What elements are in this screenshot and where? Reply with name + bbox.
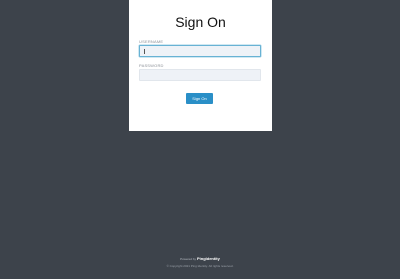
powered-by-text: Powered by (180, 256, 196, 261)
page-title: Sign On (175, 14, 226, 30)
copyright-text: © Copyright 2021 Ping Identity. All righ… (166, 264, 234, 268)
signon-card: Sign On USERNAME PASSWORD Sign On (129, 0, 272, 131)
powered-by: Powered by PingIdentity (180, 256, 220, 261)
password-field[interactable] (140, 70, 260, 80)
password-label: PASSWORD (139, 63, 164, 68)
text-caret (144, 49, 145, 54)
password-field-wrapper[interactable] (139, 69, 261, 81)
footer: Powered by PingIdentity © Copyright 2021… (0, 256, 400, 268)
username-label: USERNAME (139, 39, 164, 44)
username-field-wrapper[interactable] (139, 45, 261, 57)
username-field[interactable] (140, 46, 260, 56)
brand-logo: PingIdentity (196, 256, 220, 261)
sign-on-button[interactable]: Sign On (186, 93, 213, 104)
